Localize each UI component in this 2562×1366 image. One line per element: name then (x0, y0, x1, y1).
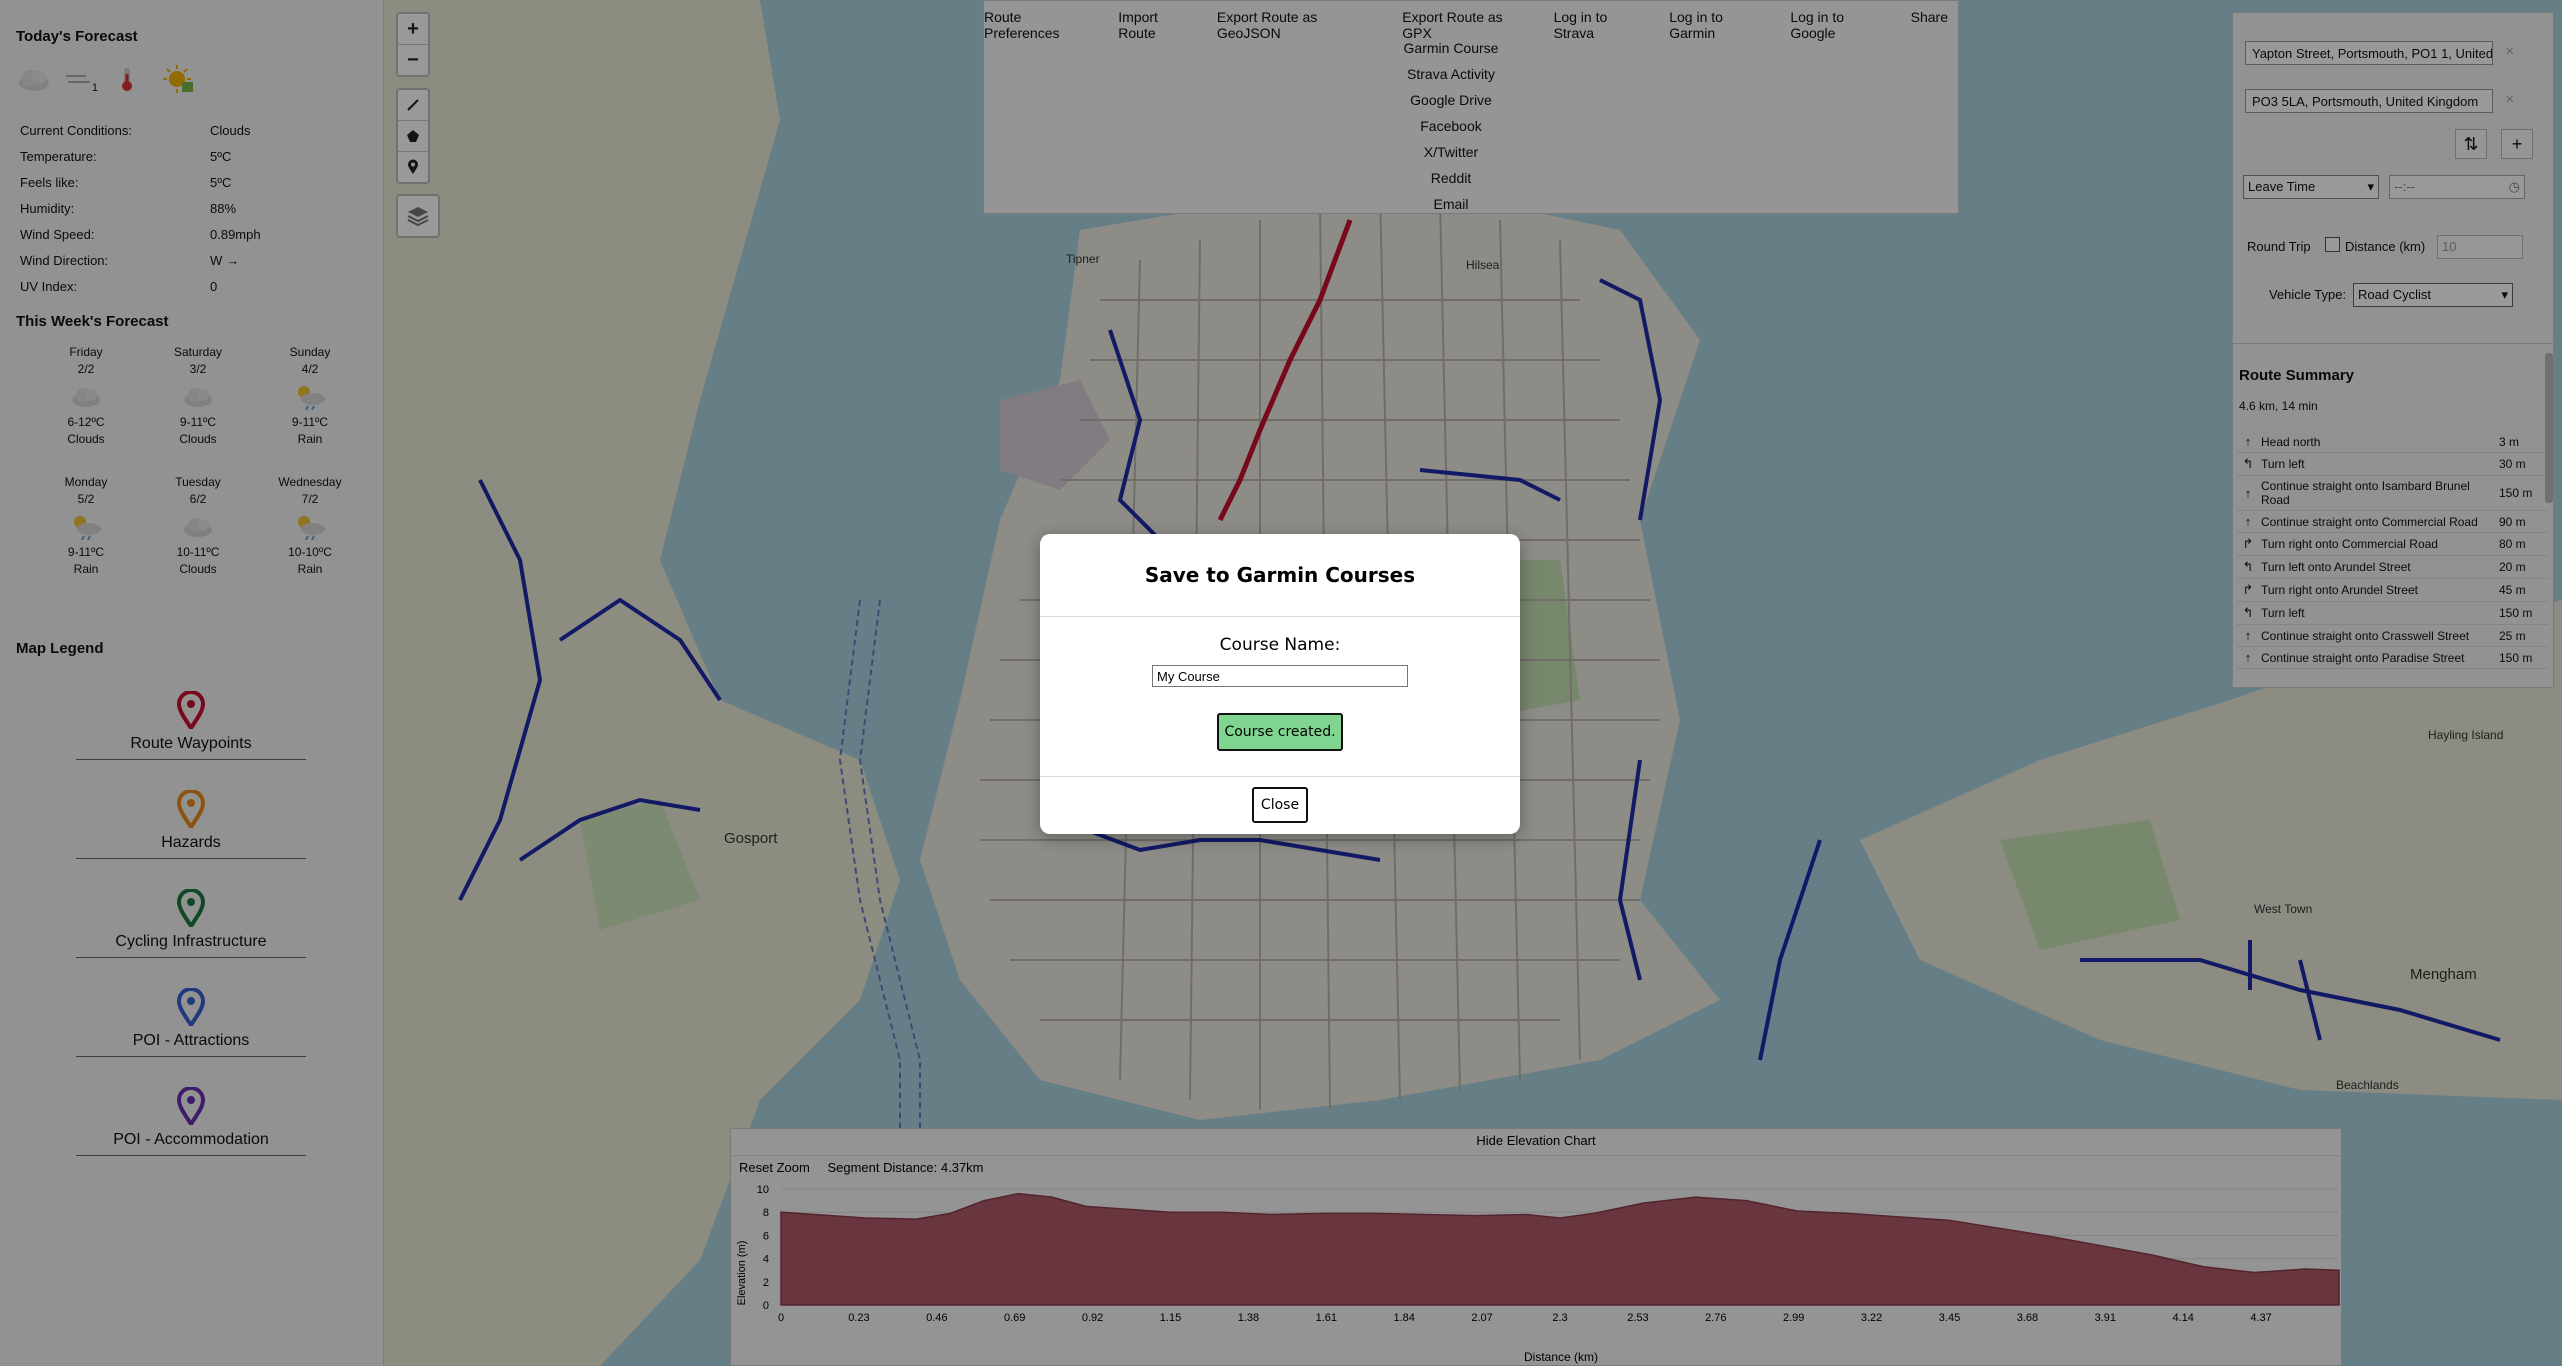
course-created-button[interactable]: Course created. (1217, 713, 1343, 751)
course-name-label: Course Name: (1219, 635, 1341, 655)
course-name-input[interactable]: My Course (1152, 665, 1408, 687)
garmin-save-modal: Save to Garmin Courses Course Name: My C… (1040, 534, 1520, 834)
modal-footer: Close (1040, 776, 1520, 835)
modal-title: Save to Garmin Courses (1040, 534, 1520, 617)
close-button[interactable]: Close (1252, 787, 1308, 823)
